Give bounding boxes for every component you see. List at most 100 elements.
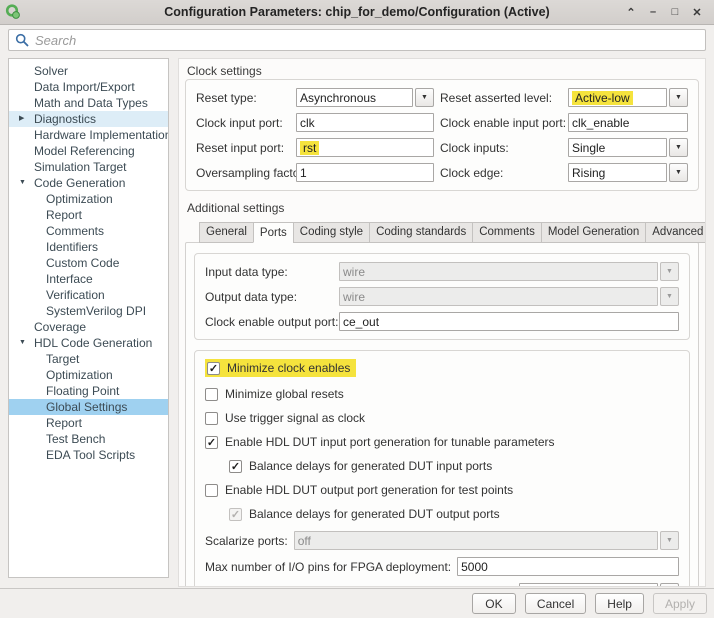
close-icon[interactable]: ✕ bbox=[688, 3, 706, 21]
clock-inputs-select[interactable]: Single bbox=[568, 138, 688, 157]
oversampling-factor-field[interactable]: 1 bbox=[296, 163, 434, 182]
search-input[interactable]: Search bbox=[8, 29, 706, 51]
clock-input-port-label: Clock input port: bbox=[196, 116, 290, 130]
sidebar-item-cg-comments[interactable]: Comments bbox=[9, 223, 168, 239]
sidebar-item-coverage[interactable]: Coverage bbox=[9, 319, 168, 335]
dut-pin-check-select[interactable]: Error bbox=[519, 583, 679, 587]
sidebar-item-hdl-target[interactable]: Target bbox=[9, 351, 168, 367]
sidebar-item-hdl-optimization[interactable]: Optimization bbox=[9, 367, 168, 383]
max-io-pins-field[interactable]: 5000 bbox=[457, 557, 679, 576]
tab-coding-standards[interactable]: Coding standards bbox=[369, 222, 473, 243]
enable-dut-input-port-row: Enable HDL DUT input port generation for… bbox=[205, 435, 679, 449]
tab-ports[interactable]: Ports bbox=[253, 222, 294, 243]
output-data-type-select: wire bbox=[339, 287, 679, 306]
balance-delays-output-checkbox bbox=[229, 508, 242, 521]
output-data-type-label: Output data type: bbox=[205, 290, 333, 304]
clock-settings-group: Reset type: Asynchronous Reset asserted … bbox=[185, 79, 699, 191]
tab-model-generation[interactable]: Model Generation bbox=[541, 222, 646, 243]
dut-pin-check-row: Check for DUT pin count exceeding I/O Th… bbox=[245, 583, 679, 587]
sidebar-item-data-import-export[interactable]: Data Import/Export bbox=[9, 79, 168, 95]
sidebar-item-model-referencing[interactable]: Model Referencing bbox=[9, 143, 168, 159]
sidebar-item-hardware-implementation[interactable]: Hardware Implementation bbox=[9, 127, 168, 143]
clock-enable-input-port-label: Clock enable input port: bbox=[440, 116, 562, 130]
window-controls: ⌃ – □ ✕ bbox=[622, 3, 714, 21]
cancel-button[interactable]: Cancel bbox=[525, 593, 586, 614]
enable-dut-output-port-row: Enable HDL DUT output port generation fo… bbox=[205, 483, 679, 497]
clock-edge-select[interactable]: Rising bbox=[568, 163, 688, 182]
chevron-down-icon bbox=[660, 531, 679, 550]
use-trigger-signal-checkbox[interactable] bbox=[205, 412, 218, 425]
maximize-icon[interactable]: □ bbox=[666, 3, 684, 21]
search-icon bbox=[15, 33, 29, 47]
sidebar-item-cg-interface[interactable]: Interface bbox=[9, 271, 168, 287]
reset-input-port-label: Reset input port: bbox=[196, 141, 290, 155]
scalarize-ports-label: Scalarize ports: bbox=[205, 534, 288, 548]
chevron-down-icon[interactable] bbox=[669, 163, 688, 182]
reset-asserted-level-select[interactable]: Active-low bbox=[568, 88, 688, 107]
chevron-down-icon bbox=[660, 287, 679, 306]
port-types-group: Input data type: wire Output data type: … bbox=[194, 253, 690, 340]
sidebar-item-cg-optimization[interactable]: Optimization bbox=[9, 191, 168, 207]
sidebar-item-cg-verification[interactable]: Verification bbox=[9, 287, 168, 303]
reset-input-port-field[interactable]: rst bbox=[296, 138, 434, 157]
tab-general[interactable]: General bbox=[199, 222, 254, 243]
chevron-down-icon[interactable] bbox=[669, 138, 688, 157]
title-bar: Configuration Parameters: chip_for_demo/… bbox=[0, 0, 714, 25]
tab-advanced[interactable]: Advanced bbox=[645, 222, 706, 243]
sidebar-item-cg-identifiers[interactable]: Identifiers bbox=[9, 239, 168, 255]
search-placeholder: Search bbox=[35, 33, 76, 48]
clock-edge-label: Clock edge: bbox=[440, 166, 562, 180]
reset-asserted-level-label: Reset asserted level: bbox=[440, 91, 562, 105]
ok-button[interactable]: OK bbox=[472, 593, 516, 614]
tree-expanded-icon[interactable] bbox=[19, 175, 31, 191]
sidebar-item-solver[interactable]: Solver bbox=[9, 63, 168, 79]
chevron-down-icon[interactable] bbox=[669, 88, 688, 107]
minimize-global-resets-row: Minimize global resets bbox=[205, 387, 679, 401]
additional-settings-title: Additional settings bbox=[187, 200, 699, 216]
sidebar-item-simulation-target[interactable]: Simulation Target bbox=[9, 159, 168, 175]
window-title: Configuration Parameters: chip_for_demo/… bbox=[0, 5, 714, 19]
chevron-down-icon[interactable] bbox=[660, 583, 679, 587]
sidebar-item-code-generation[interactable]: Code Generation bbox=[9, 175, 168, 191]
tab-coding-style[interactable]: Coding style bbox=[293, 222, 370, 243]
oversampling-factor-label: Oversampling factor: bbox=[196, 166, 290, 180]
enable-dut-output-port-checkbox[interactable] bbox=[205, 484, 218, 497]
sidebar-item-cg-systemverilog-dpi[interactable]: SystemVerilog DPI bbox=[9, 303, 168, 319]
dut-pin-check-label: Check for DUT pin count exceeding I/O Th… bbox=[245, 586, 513, 588]
ports-tab-panel: Input data type: wire Output data type: … bbox=[185, 242, 699, 587]
tab-comments[interactable]: Comments bbox=[472, 222, 542, 243]
minimize-global-resets-checkbox[interactable] bbox=[205, 388, 218, 401]
sidebar-item-diagnostics[interactable]: Diagnostics bbox=[9, 111, 168, 127]
balance-delays-input-checkbox[interactable] bbox=[229, 460, 242, 473]
use-trigger-signal-row: Use trigger signal as clock bbox=[205, 411, 679, 425]
reset-type-select[interactable]: Asynchronous bbox=[296, 88, 434, 107]
sidebar-item-hdl-code-generation[interactable]: HDL Code Generation bbox=[9, 335, 168, 351]
sidebar-item-math-and-data-types[interactable]: Math and Data Types bbox=[9, 95, 168, 111]
clock-enable-output-port-field[interactable]: ce_out bbox=[339, 312, 679, 331]
sidebar-item-hdl-eda-tool-scripts[interactable]: EDA Tool Scripts bbox=[9, 447, 168, 463]
sidebar-item-cg-custom-code[interactable]: Custom Code bbox=[9, 255, 168, 271]
clock-enable-input-port-field[interactable]: clk_enable bbox=[568, 113, 688, 132]
reset-type-label: Reset type: bbox=[196, 91, 290, 105]
max-io-pins-row: Max number of I/O pins for FPGA deployme… bbox=[205, 557, 679, 576]
sidebar-item-hdl-floating-point[interactable]: Floating Point bbox=[9, 383, 168, 399]
clock-inputs-label: Clock inputs: bbox=[440, 141, 562, 155]
minimize-icon[interactable]: – bbox=[644, 3, 662, 21]
balance-delays-output-row: Balance delays for generated DUT output … bbox=[229, 507, 679, 521]
tree-expanded-icon[interactable] bbox=[19, 335, 31, 351]
category-tree: Solver Data Import/Export Math and Data … bbox=[8, 58, 169, 578]
minimize-clock-enables-checkbox[interactable] bbox=[207, 362, 220, 375]
sidebar-item-cg-report[interactable]: Report bbox=[9, 207, 168, 223]
chevron-down-icon[interactable] bbox=[415, 88, 434, 107]
help-button[interactable]: Help bbox=[595, 593, 644, 614]
scalarize-ports-select: off bbox=[294, 531, 679, 550]
sidebar-item-hdl-global-settings[interactable]: Global Settings bbox=[9, 399, 168, 415]
clock-input-port-field[interactable]: clk bbox=[296, 113, 434, 132]
clock-enable-output-port-label: Clock enable output port: bbox=[205, 315, 333, 329]
rollup-icon[interactable]: ⌃ bbox=[622, 3, 640, 21]
dialog-footer: OK Cancel Help Apply bbox=[0, 588, 714, 618]
sidebar-item-hdl-test-bench[interactable]: Test Bench bbox=[9, 431, 168, 447]
enable-dut-input-port-checkbox[interactable] bbox=[205, 436, 218, 449]
sidebar-item-hdl-report[interactable]: Report bbox=[9, 415, 168, 431]
tree-collapsed-icon[interactable] bbox=[19, 111, 31, 127]
